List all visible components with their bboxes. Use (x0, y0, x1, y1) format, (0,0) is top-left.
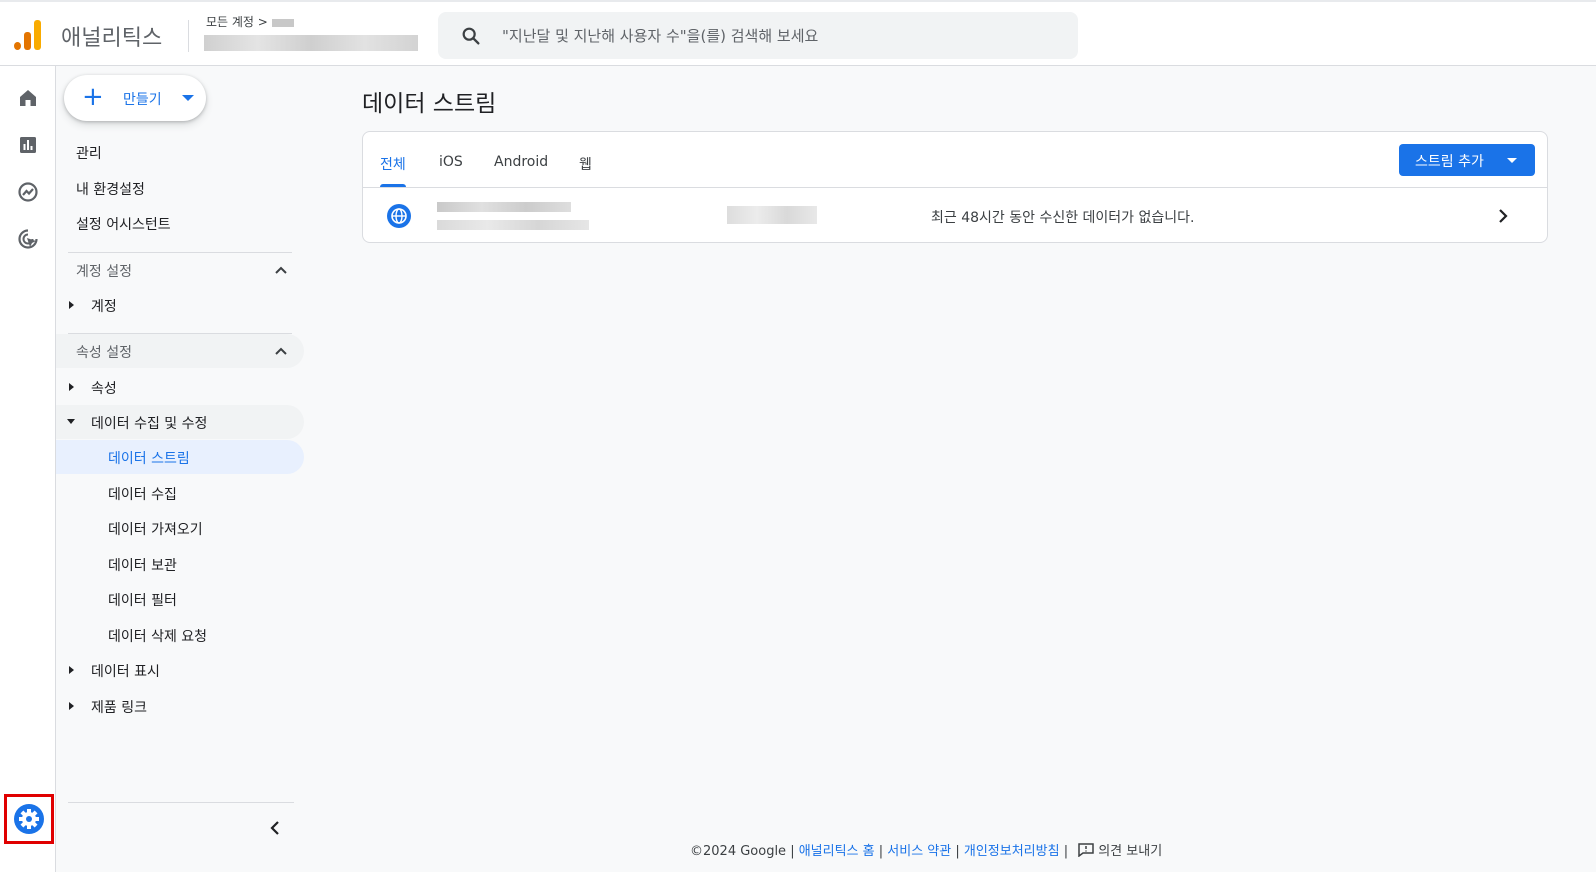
copyright: ©2024 Google | (690, 844, 795, 859)
plus-icon: + (82, 82, 104, 112)
sidebar-item-label: 데이터 스트림 (108, 451, 190, 467)
admin-button[interactable] (14, 804, 44, 834)
expand-arrow-icon (69, 666, 74, 674)
sidebar-item-label: 속성 (91, 381, 117, 397)
reports-icon[interactable] (16, 133, 40, 157)
redacted-stream-id (727, 206, 817, 224)
left-rail (0, 66, 56, 872)
sidebar-item-data-collection-modification[interactable]: 데이터 수집 및 수정 (56, 405, 304, 439)
redacted-account-name (271, 18, 294, 27)
section-title: 속성 설정 (76, 345, 132, 361)
sidebar-item-setup-assistant[interactable]: 설정 어시스턴트 (56, 206, 304, 240)
footer-link-analytics-home[interactable]: 애널리틱스 홈 (799, 844, 875, 859)
sidebar-item-label: 데이터 삭제 요청 (108, 629, 208, 645)
sidebar-item-label: 관리 (76, 146, 102, 162)
admin-highlight (4, 794, 54, 844)
sidebar-item-label: 데이터 가져오기 (108, 522, 203, 538)
sidebar-item-data-filters[interactable]: 데이터 필터 (56, 582, 304, 616)
search-icon (462, 27, 480, 45)
sidebar-item-label: 데이터 필터 (108, 593, 177, 609)
breadcrumb-label: 모든 계정 > (206, 15, 268, 29)
sidebar-item-account[interactable]: 계정 (56, 288, 304, 322)
add-stream-button[interactable]: 스트림 추가 (1399, 144, 1535, 176)
web-globe-icon (387, 204, 411, 228)
sidebar-item-admin[interactable]: 관리 (56, 135, 304, 169)
tab-android[interactable]: Android (494, 154, 548, 170)
sidebar-item-product-links[interactable]: 제품 링크 (56, 689, 304, 723)
redacted-property-selector[interactable] (204, 35, 418, 51)
sidebar-item-label: 제품 링크 (91, 700, 147, 716)
sidebar-item-data-streams[interactable]: 데이터 스트림 (56, 440, 304, 474)
search-bar[interactable]: "지난달 및 지난해 사용자 수"을(를) 검색해 보세요 (438, 12, 1078, 59)
active-tab-indicator (380, 184, 406, 187)
sidebar-item-property[interactable]: 속성 (56, 370, 304, 404)
streams-card: 전체 iOS Android 웹 스트림 추가 최근 48시간 동안 수신한 데… (362, 131, 1548, 243)
expand-arrow-icon (69, 301, 74, 309)
sidebar-item-data-retention[interactable]: 데이터 보관 (56, 547, 304, 581)
sidebar-item-preferences[interactable]: 내 환경설정 (56, 171, 304, 205)
tab-web[interactable]: 웹 (579, 154, 592, 174)
section-title: 계정 설정 (76, 264, 132, 280)
sidebar-item-label: 데이터 수집 및 수정 (91, 416, 208, 432)
analytics-logo-icon[interactable] (14, 20, 42, 50)
chevron-up-icon (275, 266, 287, 274)
sidebar-item-label: 계정 (91, 299, 117, 315)
admin-sidebar: + 만들기 관리 내 환경설정 설정 어시스턴트 계정 설정 계정 속성 설정 … (56, 66, 306, 872)
stream-tabs: 전체 iOS Android 웹 스트림 추가 (363, 132, 1547, 188)
footer: ©2024 Google | 애널리틱스 홈 | 서비스 약관 | 개인정보처리… (690, 843, 1163, 859)
redacted-stream-url (437, 220, 589, 230)
sidebar-item-label: 내 환경설정 (76, 182, 145, 198)
add-stream-label: 스트림 추가 (1415, 154, 1484, 170)
footer-link-privacy[interactable]: 개인정보처리방침 (964, 844, 1060, 859)
sidebar-item-data-import[interactable]: 데이터 가져오기 (56, 511, 304, 545)
page-title: 데이터 스트림 (362, 91, 497, 117)
gear-icon (19, 809, 39, 829)
chevron-left-icon[interactable] (266, 819, 284, 837)
sidebar-item-label: 데이터 보관 (108, 558, 177, 574)
advertising-icon[interactable] (16, 227, 40, 251)
stream-row[interactable]: 최근 48시간 동안 수신한 데이터가 없습니다. (363, 188, 1547, 244)
app-name[interactable]: 애널리틱스 (61, 20, 162, 52)
property-settings-header[interactable]: 속성 설정 (56, 334, 304, 368)
chevron-up-icon (275, 347, 287, 355)
tab-ios[interactable]: iOS (439, 154, 463, 170)
sidebar-item-data-deletion-requests[interactable]: 데이터 삭제 요청 (56, 618, 304, 652)
collapse-arrow-icon (67, 419, 75, 424)
sidebar-item-label: 데이터 수집 (108, 487, 177, 503)
stream-status: 최근 48시간 동안 수신한 데이터가 없습니다. (931, 210, 1195, 226)
home-icon[interactable] (16, 86, 40, 110)
caret-down-icon (182, 95, 194, 101)
search-placeholder: "지난달 및 지난해 사용자 수"을(를) 검색해 보세요 (502, 27, 819, 45)
create-button[interactable]: + 만들기 (64, 75, 206, 121)
header-divider (188, 20, 189, 52)
top-bar: 애널리틱스 모든 계정 > "지난달 및 지난해 사용자 수"을(를) 검색해 … (0, 0, 1596, 66)
feedback-link[interactable]: 의견 보내기 (1098, 844, 1162, 859)
tab-all[interactable]: 전체 (380, 154, 406, 174)
expand-arrow-icon (69, 702, 74, 710)
feedback-icon (1078, 843, 1094, 857)
sidebar-divider (68, 802, 294, 803)
explore-icon[interactable] (16, 180, 40, 204)
create-label: 만들기 (123, 92, 162, 108)
footer-link-terms[interactable]: 서비스 약관 (887, 844, 951, 859)
breadcrumb[interactable]: 모든 계정 > (206, 13, 294, 30)
expand-arrow-icon (69, 383, 74, 391)
sidebar-item-data-collection[interactable]: 데이터 수집 (56, 476, 304, 510)
redacted-stream-name (437, 202, 571, 212)
sidebar-item-data-display[interactable]: 데이터 표시 (56, 653, 304, 687)
account-settings-header[interactable]: 계정 설정 (56, 253, 304, 287)
sidebar-item-label: 데이터 표시 (91, 664, 160, 680)
sidebar-item-label: 설정 어시스턴트 (76, 217, 171, 233)
chevron-right-icon[interactable] (1493, 206, 1513, 226)
caret-down-icon (1507, 158, 1517, 163)
